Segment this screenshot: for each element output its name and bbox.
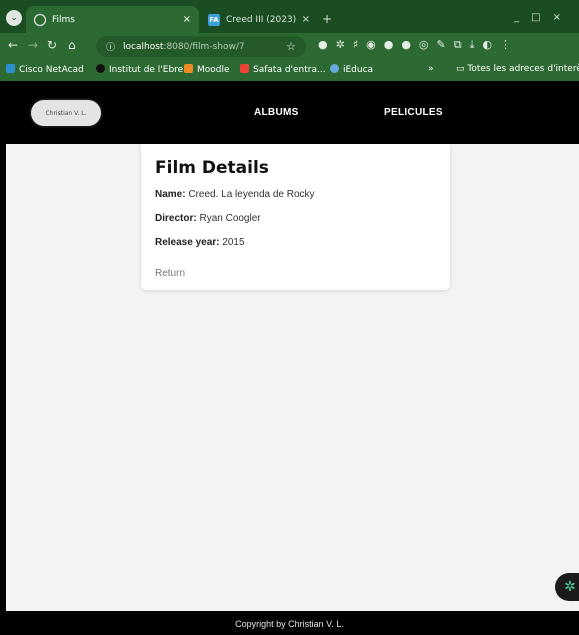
assistant-icon[interactable]: ✲ [555, 573, 579, 601]
bookmarks-bar: Cisco NetAcad Institut de l'Ebre Moodle … [0, 60, 579, 81]
ieduca-icon [330, 64, 339, 73]
url-host: localhost [123, 41, 164, 52]
bookmark-cisco-netacad[interactable]: Cisco NetAcad [6, 64, 84, 75]
tab-films[interactable]: Films × [26, 6, 199, 33]
bookmarks-overflow-chevron[interactable]: » [428, 64, 434, 74]
back-arrow-icon[interactable]: ← [8, 38, 18, 52]
extension-icons[interactable]: ●✲♯◉●●◎✎⧉⤓◐⋮ [318, 38, 519, 52]
new-tab-button[interactable]: + [322, 12, 332, 26]
film-details-card: Film Details Name: Creed. La leyenda de … [141, 144, 450, 290]
bookmark-star-icon[interactable]: ☆ [286, 40, 296, 53]
copyright-text: Copyright by Christian V. L. [235, 619, 344, 629]
reload-icon[interactable]: ↻ [47, 38, 57, 52]
film-director-row: Director: Ryan Coogler [155, 213, 436, 224]
film-year-row: Release year: 2015 [155, 237, 436, 248]
bookmark-ieduca[interactable]: iEduca [330, 64, 373, 75]
home-icon[interactable]: ⌂ [68, 38, 76, 52]
tab-filmaffinity[interactable]: FA Creed III (2023) - FilmAff × [200, 6, 318, 33]
tab-close-icon[interactable]: × [183, 14, 191, 25]
url-path: :8080/film-show/7 [163, 41, 245, 52]
institut-icon [96, 64, 105, 73]
return-link[interactable]: Return [155, 268, 185, 279]
other-bookmarks-folder[interactable]: ▭ Totes les adreces d'interès [456, 64, 579, 74]
film-name-row: Name: Creed. La leyenda de Rocky [155, 189, 436, 200]
page-title: Film Details [155, 158, 269, 178]
bookmark-institut[interactable]: Institut de l'Ebre [96, 64, 183, 75]
page-footer: Copyright by Christian V. L. [0, 611, 579, 635]
film-director-value: Ryan Coogler [199, 213, 261, 224]
browser-tabstrip: ⌄ Films × FA Creed III (2023) - FilmAff … [0, 0, 579, 33]
moodle-icon [184, 64, 193, 73]
gmail-icon [240, 64, 249, 73]
nav-albums-link[interactable]: ALBUMS [254, 107, 299, 118]
app-header: Christian V. L. ALBUMS PELICULES [0, 81, 579, 144]
page-viewport: Christian V. L. ALBUMS PELICULES Film De… [0, 81, 579, 635]
tab-title: Creed III (2023) - FilmAff [226, 14, 298, 25]
film-name-value: Creed. La leyenda de Rocky [188, 189, 315, 200]
bookmark-safata[interactable]: Safata d'entra... [240, 64, 326, 75]
nav-pelicules-link[interactable]: PELICULES [384, 107, 443, 118]
address-bar[interactable]: ⓘ localhost :8080/film-show/7 ☆ [96, 36, 306, 57]
bookmark-moodle[interactable]: Moodle [184, 64, 230, 75]
tab-search-chevron-icon[interactable]: ⌄ [6, 10, 22, 26]
browser-toolbar: ← → ↻ ⌂ ⓘ localhost :8080/film-show/7 ☆ … [0, 33, 579, 60]
tab-title: Films [52, 14, 75, 25]
tab-close-icon[interactable]: × [302, 14, 310, 25]
forward-arrow-icon[interactable]: → [28, 38, 38, 52]
globe-icon [34, 13, 46, 26]
folder-icon: ▭ [456, 64, 468, 74]
window-controls[interactable]: _□× [514, 12, 573, 23]
film-name-label: Name: [155, 189, 186, 200]
site-info-icon[interactable]: ⓘ [106, 40, 115, 53]
filmaffinity-icon: FA [208, 13, 220, 26]
film-director-label: Director: [155, 213, 197, 224]
film-year-label: Release year: [155, 237, 220, 248]
user-button[interactable]: Christian V. L. [31, 100, 101, 126]
main-content: Film Details Name: Creed. La leyenda de … [6, 144, 579, 611]
cisco-icon [6, 64, 15, 73]
film-year-value: 2015 [222, 237, 245, 248]
